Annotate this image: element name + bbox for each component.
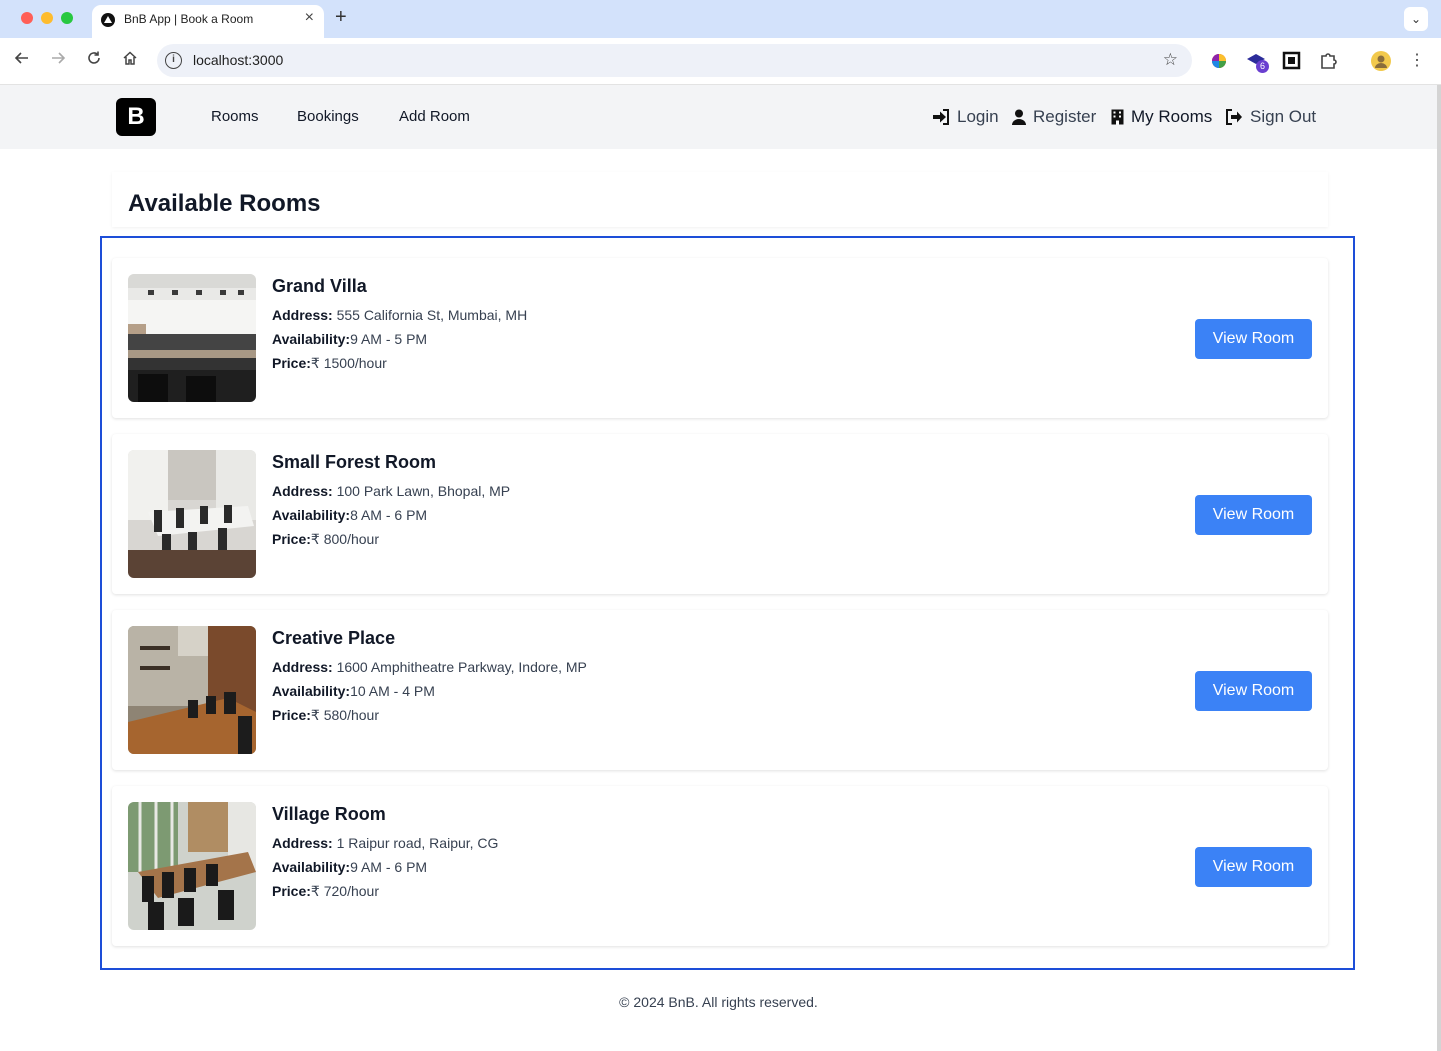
login-icon — [933, 109, 949, 125]
room-card: Village Room Address: 1 Raipur road, Rai… — [112, 786, 1328, 946]
field-value: 8 AM - 6 PM — [350, 507, 428, 523]
field-value: 1600 Amphitheatre Parkway, Indore, MP — [336, 659, 587, 675]
maximize-window-button[interactable] — [61, 12, 73, 24]
view-room-button[interactable]: View Room — [1195, 319, 1312, 359]
view-room-button[interactable]: View Room — [1195, 847, 1312, 887]
room-availability: Availability:8 AM - 6 PM — [272, 507, 427, 523]
back-arrow-icon[interactable] — [11, 50, 33, 72]
tab-favicon-icon — [101, 13, 115, 27]
nav-link-bookings[interactable]: Bookings — [297, 108, 359, 125]
room-image — [128, 450, 256, 578]
color-wheel-extension-icon[interactable] — [1208, 50, 1230, 72]
register-link[interactable]: Register — [1012, 107, 1096, 127]
login-link[interactable]: Login — [932, 107, 999, 127]
tab-title: BnB App | Book a Room — [124, 12, 254, 26]
footer-copyright: © 2024 BnB. All rights reserved. — [619, 994, 818, 1010]
view-room-button[interactable]: View Room — [1195, 671, 1312, 711]
nav-link-add-room[interactable]: Add Room — [399, 108, 470, 125]
sign-out-link[interactable]: Sign Out — [1226, 107, 1316, 127]
page-scrollbar[interactable] — [1437, 85, 1441, 1051]
tab-search-chevron-icon[interactable]: ⌄ — [1404, 7, 1428, 31]
graduation-extension-icon[interactable]: 6 — [1246, 50, 1269, 73]
field-label: Price: — [272, 883, 311, 899]
address-url[interactable]: localhost:3000 — [193, 52, 283, 68]
browser-toolbar: i localhost:3000 ☆ 6 ⋮ — [0, 38, 1441, 85]
my-rooms-label: My Rooms — [1131, 107, 1213, 126]
forward-arrow-icon[interactable] — [47, 50, 69, 72]
sign-out-icon — [1226, 109, 1242, 125]
login-label: Login — [957, 107, 999, 126]
room-card: Creative Place Address: 1600 Amphitheatr… — [112, 610, 1328, 770]
site-navbar: B Rooms Bookings Add Room Login Register… — [0, 85, 1437, 149]
field-label: Price: — [272, 707, 311, 723]
bookmark-star-icon[interactable]: ☆ — [1163, 50, 1178, 70]
page-title: Available Rooms — [128, 190, 321, 217]
field-label: Address: — [272, 659, 333, 675]
field-label: Address: — [272, 835, 333, 851]
field-label: Availability: — [272, 859, 351, 875]
field-label: Price: — [272, 531, 311, 547]
user-icon — [1012, 109, 1026, 125]
field-value: ₹ 800/hour — [310, 531, 379, 547]
site-logo[interactable]: B — [116, 98, 156, 136]
field-value: 100 Park Lawn, Bhopal, MP — [336, 483, 511, 499]
register-label: Register — [1033, 107, 1097, 126]
field-value: 10 AM - 4 PM — [350, 683, 435, 699]
room-address: Address: 555 California St, Mumbai, MH — [272, 307, 527, 323]
room-image — [128, 626, 256, 754]
room-name: Small Forest Room — [272, 452, 437, 472]
field-value: ₹ 1500/hour — [310, 355, 387, 371]
room-image — [128, 802, 256, 930]
field-value: ₹ 720/hour — [310, 883, 379, 899]
room-price: Price:₹ 580/hour — [272, 707, 379, 724]
browser-menu-icon[interactable]: ⋮ — [1406, 50, 1428, 72]
room-card: Grand Villa Address: 555 California St, … — [112, 258, 1328, 418]
field-value: 9 AM - 5 PM — [350, 331, 428, 347]
room-address: Address: 1 Raipur road, Raipur, CG — [272, 835, 498, 851]
field-label: Address: — [272, 483, 333, 499]
room-price: Price:₹ 800/hour — [272, 531, 379, 548]
home-icon[interactable] — [119, 50, 141, 72]
room-availability: Availability:10 AM - 4 PM — [272, 683, 435, 699]
field-label: Availability: — [272, 331, 351, 347]
field-label: Availability: — [272, 507, 351, 523]
browser-tab-active[interactable]: BnB App | Book a Room × — [92, 5, 324, 38]
close-tab-icon[interactable]: × — [305, 9, 314, 27]
room-availability: Availability:9 AM - 6 PM — [272, 859, 427, 875]
field-label: Availability: — [272, 683, 351, 699]
view-room-button[interactable]: View Room — [1195, 495, 1312, 535]
close-window-button[interactable] — [21, 12, 33, 24]
room-availability: Availability:9 AM - 5 PM — [272, 331, 427, 347]
field-label: Address: — [272, 307, 333, 323]
minimize-window-button[interactable] — [41, 12, 53, 24]
new-tab-icon[interactable]: + — [335, 6, 347, 29]
room-name: Creative Place — [272, 628, 396, 648]
room-price: Price:₹ 1500/hour — [272, 355, 387, 372]
nav-link-rooms[interactable]: Rooms — [211, 108, 259, 125]
reload-icon[interactable] — [83, 50, 105, 72]
field-value: 9 AM - 6 PM — [350, 859, 428, 875]
profile-avatar-icon[interactable] — [1370, 50, 1392, 72]
browser-tab-bar: BnB App | Book a Room × + ⌄ — [0, 0, 1441, 38]
extension-badge: 6 — [1256, 60, 1269, 73]
room-name: Grand Villa — [272, 276, 367, 296]
room-image — [128, 274, 256, 402]
field-label: Price: — [272, 355, 311, 371]
room-address: Address: 100 Park Lawn, Bhopal, MP — [272, 483, 510, 499]
building-icon — [1111, 109, 1124, 125]
room-address: Address: 1600 Amphitheatre Parkway, Indo… — [272, 659, 587, 675]
page-header: Available Rooms — [112, 172, 1328, 227]
square-extension-icon[interactable] — [1281, 50, 1303, 72]
room-card: Small Forest Room Address: 100 Park Lawn… — [112, 434, 1328, 594]
field-value: 555 California St, Mumbai, MH — [336, 307, 528, 323]
site-info-icon[interactable]: i — [165, 52, 182, 69]
field-value: 1 Raipur road, Raipur, CG — [336, 835, 499, 851]
puzzle-extensions-icon[interactable] — [1317, 50, 1339, 72]
field-value: ₹ 580/hour — [310, 707, 379, 723]
room-name: Village Room — [272, 804, 386, 824]
address-bar[interactable]: i localhost:3000 ☆ — [157, 44, 1192, 77]
sign-out-label: Sign Out — [1250, 107, 1317, 126]
room-price: Price:₹ 720/hour — [272, 883, 379, 900]
my-rooms-link[interactable]: My Rooms — [1111, 107, 1212, 127]
